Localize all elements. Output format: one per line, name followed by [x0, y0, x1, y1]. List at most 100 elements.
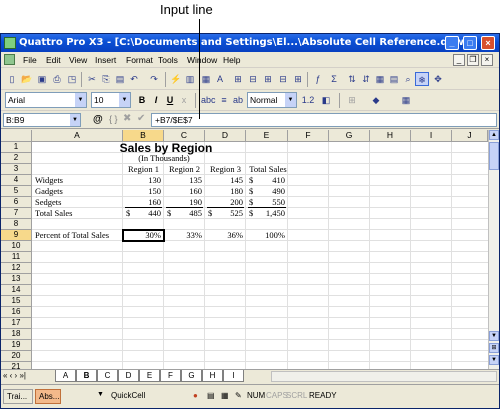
cancel-icon[interactable]: ✖	[123, 113, 131, 124]
bold-button[interactable]: B	[135, 93, 149, 107]
sum-icon[interactable]: Σ	[327, 72, 341, 86]
status-document-item[interactable]: Abs...	[35, 389, 61, 404]
row-header-16[interactable]: 16	[1, 307, 32, 318]
fill-color-icon[interactable]: ◆	[369, 93, 383, 107]
function-icon[interactable]: ƒ	[311, 72, 325, 86]
tab-navigation-buttons[interactable]: « ‹ › »|	[3, 371, 26, 380]
cut-icon[interactable]: ✂	[85, 72, 99, 86]
fit-icon[interactable]: ⊞	[291, 72, 305, 86]
row-header-4[interactable]: 4	[1, 175, 32, 186]
redo-icon[interactable]: ↷	[147, 72, 161, 86]
row-header-8[interactable]: 8	[1, 219, 32, 230]
open-icon[interactable]: 📂	[20, 72, 34, 86]
select-all-corner[interactable]	[1, 130, 32, 142]
chevron-down-icon[interactable]: ▼	[97, 391, 104, 398]
scroll-down-icon[interactable]: ▼	[489, 331, 499, 341]
menu-window[interactable]: Window	[187, 55, 217, 65]
sheet-tab-i[interactable]: I	[223, 370, 244, 382]
chevron-down-icon[interactable]: ▼	[70, 114, 80, 126]
row-header-3[interactable]: 3	[1, 164, 32, 175]
row-header-7[interactable]: 7	[1, 208, 32, 219]
font-size-select[interactable]: 10 ▼	[91, 92, 131, 108]
column-header-j[interactable]: J	[452, 130, 488, 142]
text-align-icon[interactable]: ab	[231, 93, 245, 107]
column-header-e[interactable]: E	[246, 130, 288, 142]
scroll-down-icon[interactable]: ▼	[489, 355, 499, 365]
minimize-button[interactable]: _	[445, 36, 459, 50]
speedfill-icon[interactable]: ⚡	[169, 72, 183, 86]
accept-icon[interactable]: ✔	[137, 113, 145, 124]
delete-col-icon[interactable]: ⊟	[276, 72, 290, 86]
menu-format[interactable]: Format	[126, 55, 153, 65]
crosstab-icon[interactable]: ▦	[373, 72, 387, 86]
row-header-14[interactable]: 14	[1, 285, 32, 296]
insert-row-icon[interactable]: ⊞	[231, 72, 245, 86]
sort-desc-icon[interactable]: ⇵	[359, 72, 373, 86]
row-header-20[interactable]: 20	[1, 351, 32, 362]
sheet-tab-b[interactable]: B	[76, 370, 97, 382]
calendar-icon[interactable]: ▦	[399, 93, 413, 107]
status-app-item[interactable]: Trai...	[3, 389, 33, 404]
column-header-f[interactable]: F	[288, 130, 329, 142]
paste-icon[interactable]: ▤	[113, 72, 127, 86]
close-button[interactable]: ×	[481, 36, 495, 50]
quickcell-label[interactable]: QuickCell	[111, 391, 145, 400]
menu-insert[interactable]: Insert	[95, 55, 116, 65]
save-icon[interactable]: ▣	[35, 72, 49, 86]
brace-icon[interactable]: { }	[109, 114, 118, 124]
row-header-11[interactable]: 11	[1, 252, 32, 263]
menu-view[interactable]: View	[69, 55, 87, 65]
underline-button[interactable]: U	[163, 93, 177, 107]
sheet-tab-d[interactable]: D	[118, 370, 139, 382]
doc-close-button[interactable]: ×	[481, 54, 493, 66]
row-header-10[interactable]: 10	[1, 241, 32, 252]
search-icon[interactable]: ⌕	[401, 72, 415, 86]
sheet-tab-h[interactable]: H	[202, 370, 223, 382]
style-select[interactable]: Normal ▼	[247, 92, 297, 108]
row-header-6[interactable]: 6	[1, 197, 32, 208]
align-icon[interactable]: ≡	[217, 93, 231, 107]
database-icon[interactable]: ▤	[387, 72, 401, 86]
doc-minimize-button[interactable]: _	[453, 54, 465, 66]
row-header-5[interactable]: 5	[1, 186, 32, 197]
text-box-icon[interactable]: A	[213, 72, 227, 86]
cell-address-box[interactable]: B:B9 ▼	[3, 113, 81, 127]
print-icon[interactable]: ⎙	[50, 72, 64, 86]
row-header-18[interactable]: 18	[1, 329, 32, 340]
row-header-19[interactable]: 19	[1, 340, 32, 351]
row-header-17[interactable]: 17	[1, 318, 32, 329]
active-cell-selector[interactable]	[122, 229, 165, 242]
row-header-12[interactable]: 12	[1, 263, 32, 274]
new-icon[interactable]: ▯	[5, 72, 19, 86]
sort-icon[interactable]: ⇅	[345, 72, 359, 86]
abc-icon[interactable]: abc	[201, 93, 216, 107]
menu-file[interactable]: File	[23, 55, 37, 65]
row-header-13[interactable]: 13	[1, 274, 32, 285]
italic-button[interactable]: I	[149, 93, 163, 107]
formula-input[interactable]: +B7/$E$7	[151, 113, 497, 127]
row-header-21[interactable]: 21	[1, 362, 32, 369]
preview-icon[interactable]: ◳	[65, 72, 79, 86]
strikeout-icon[interactable]: x	[177, 93, 191, 107]
row-header-15[interactable]: 15	[1, 296, 32, 307]
delete-row-icon[interactable]: ⊞	[261, 72, 275, 86]
copy-icon[interactable]: ⎘	[99, 72, 113, 86]
menu-tools[interactable]: Tools	[158, 55, 178, 65]
split-icon[interactable]: ⊞	[489, 343, 499, 353]
at-function-button[interactable]: @	[93, 114, 103, 125]
number-format-icon[interactable]: 1.2	[301, 93, 315, 107]
horizontal-scrollbar[interactable]	[271, 371, 497, 382]
calc-icon[interactable]: ▤	[207, 391, 215, 400]
sheet-tab-e[interactable]: E	[139, 370, 160, 382]
menu-edit[interactable]: Edit	[46, 55, 61, 65]
chevron-down-icon[interactable]: ▼	[285, 93, 296, 107]
font-select[interactable]: Arial ▼	[5, 92, 87, 108]
row-header-1[interactable]: 1	[1, 142, 32, 153]
snowflake-icon[interactable]: ❄	[415, 72, 429, 86]
chart-icon[interactable]: ▥	[183, 72, 197, 86]
edit-icon[interactable]: ✎	[235, 391, 242, 400]
scroll-thumb[interactable]	[489, 142, 499, 170]
sheet-tab-g[interactable]: G	[181, 370, 202, 382]
status-icon[interactable]: ▦	[221, 391, 229, 400]
text-frame-icon[interactable]: ▦	[199, 72, 213, 86]
